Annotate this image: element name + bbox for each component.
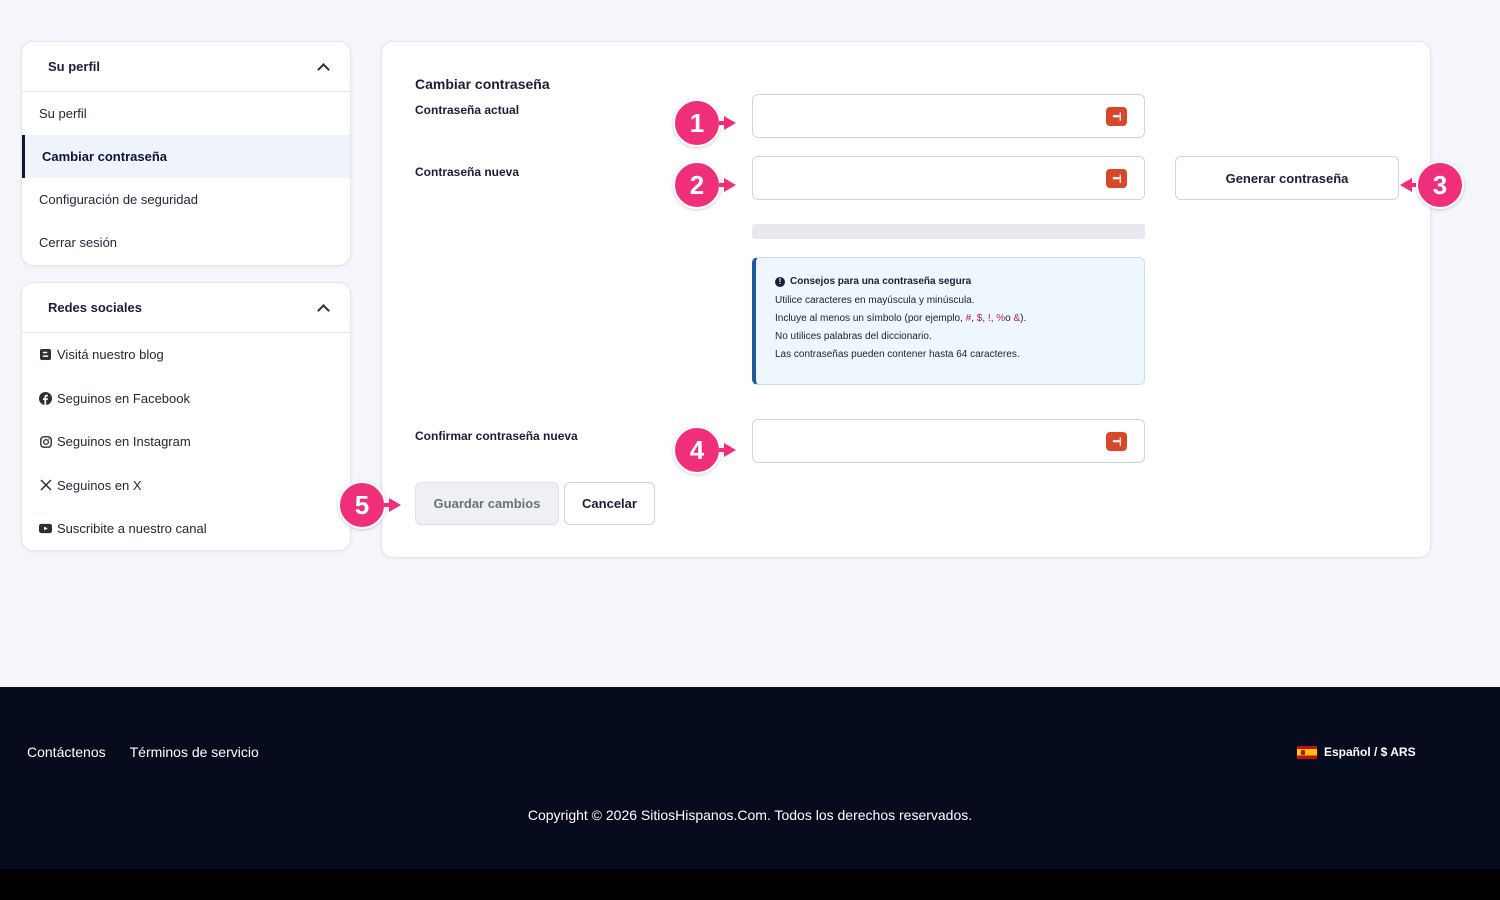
sidebar-item-security-settings[interactable]: Configuración de seguridad [22, 178, 350, 221]
password-manager-icon[interactable]: •••| [1106, 432, 1127, 451]
chevron-up-icon[interactable] [316, 60, 330, 74]
footer-links: Contáctenos Términos de servicio [27, 744, 259, 760]
instagram-icon [39, 435, 52, 448]
sidebar-item-facebook[interactable]: Seguinos en Facebook [22, 377, 350, 421]
current-password-input[interactable]: •••| [752, 94, 1145, 138]
generate-password-button[interactable]: Generar contraseña [1175, 156, 1399, 200]
spain-flag-icon [1297, 745, 1317, 759]
blogger-icon [39, 348, 52, 361]
annotation-marker-5: 5 [338, 481, 401, 529]
cancel-button[interactable]: Cancelar [564, 482, 655, 525]
password-manager-icon[interactable]: •••| [1106, 107, 1127, 126]
social-menu-card: Redes sociales Visitá nuestro blog Segui… [21, 282, 351, 551]
annotation-marker-2: 2 [673, 161, 736, 209]
tip-line: Las contraseñas pueden contener hasta 64… [775, 349, 1020, 360]
password-strength-bar [752, 224, 1145, 239]
annotation-marker-3: 3 [1400, 161, 1464, 209]
social-menu-title: Redes sociales [48, 300, 142, 315]
profile-menu-header[interactable]: Su perfil [22, 42, 350, 92]
password-manager-icon[interactable]: •••| [1106, 169, 1127, 188]
x-icon [39, 479, 52, 492]
tip-line: Utilice caracteres en mayúscula y minúsc… [775, 295, 975, 306]
tip-line: No utilices palabras del diccionario. [775, 331, 932, 342]
youtube-icon [39, 522, 52, 535]
form-title: Cambiar contraseña [415, 76, 550, 92]
change-password-card: Cambiar contraseña Contraseña actual •••… [381, 41, 1431, 558]
tips-title: Consejos para una contraseña segura [790, 276, 972, 287]
sidebar-item-x[interactable]: Seguinos en X [22, 464, 350, 508]
sidebar-item-profile[interactable]: Su perfil [22, 92, 350, 135]
chevron-up-icon[interactable] [316, 301, 330, 315]
profile-menu-card: Su perfil Su perfil Cambiar contraseña C… [21, 41, 351, 266]
facebook-icon [39, 391, 52, 405]
confirm-password-input[interactable]: •••| [752, 419, 1145, 463]
sidebar-item-blog[interactable]: Visitá nuestro blog [22, 333, 350, 377]
tip-line-symbols: Incluye al menos un símbolo (por ejemplo… [775, 313, 1027, 324]
site-footer: Contáctenos Términos de servicio Español… [0, 687, 1500, 869]
annotation-marker-1: 1 [673, 99, 736, 147]
language-currency-selector[interactable]: Español / $ ARS [1297, 745, 1416, 759]
annotation-marker-4: 4 [673, 426, 736, 474]
new-password-input[interactable]: •••| [752, 156, 1145, 200]
social-menu-header[interactable]: Redes sociales [22, 283, 350, 333]
copyright-text: Copyright © 2026 SitiosHispanos.Com. Tod… [527, 807, 973, 823]
bottom-bar [0, 869, 1500, 900]
language-label: Español / $ ARS [1324, 745, 1416, 759]
confirm-password-label: Confirmar contraseña nueva [415, 429, 578, 443]
symbol-example: % [996, 313, 1006, 324]
sidebar-item-change-password[interactable]: Cambiar contraseña [22, 135, 350, 178]
password-tips-box: ! Consejos para una contraseña segura Ut… [752, 257, 1145, 385]
footer-link-contact[interactable]: Contáctenos [27, 744, 106, 760]
footer-link-terms[interactable]: Términos de servicio [130, 744, 259, 760]
sidebar-item-instagram[interactable]: Seguinos en Instagram [22, 420, 350, 464]
info-icon: ! [775, 276, 785, 287]
profile-menu-title: Su perfil [48, 59, 101, 74]
sidebar-item-youtube[interactable]: Suscribite a nuestro canal [22, 507, 350, 550]
new-password-label: Contraseña nueva [415, 165, 520, 179]
sidebar-item-logout[interactable]: Cerrar sesión [22, 221, 350, 264]
save-changes-button[interactable]: Guardar cambios [415, 482, 559, 525]
current-password-label: Contraseña actual [415, 103, 520, 117]
